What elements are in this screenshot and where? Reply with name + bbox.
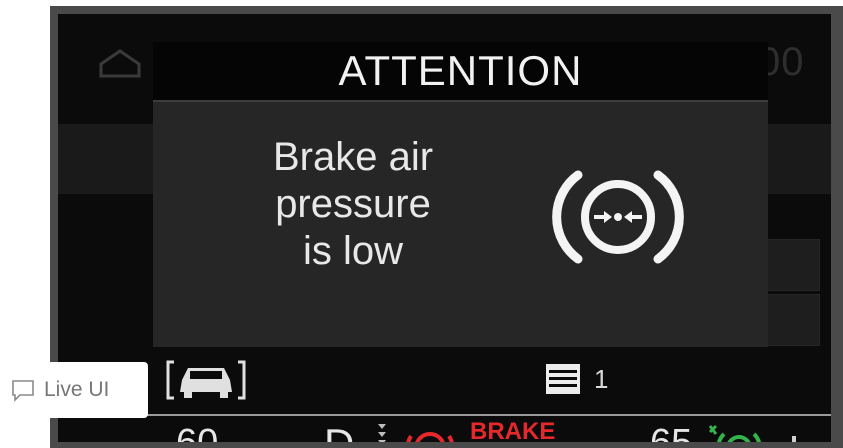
display-bezel: 00 1 60 D	[50, 6, 843, 448]
dialog-message: Brake air pressure is low	[223, 134, 483, 275]
message-line: is low	[302, 229, 404, 273]
message-count: 1	[594, 364, 609, 394]
vehicle-icon[interactable]	[166, 358, 246, 402]
message-line: Brake air	[272, 135, 434, 179]
brake-warning-label: BRAKE	[470, 418, 556, 443]
dialog-title: ATTENTION	[153, 42, 768, 102]
info-row: 1	[58, 352, 831, 412]
cruise-speed-value: 65	[650, 422, 692, 442]
menu-list-icon[interactable]	[546, 364, 580, 394]
instrument-screen: 00 1 60 D	[58, 14, 831, 442]
live-ui-label: Live UI	[44, 378, 110, 401]
message-line: pressure	[275, 182, 431, 226]
chat-icon	[12, 380, 34, 402]
brake-warning-icon	[406, 432, 454, 442]
home-icon[interactable]	[98, 48, 142, 78]
gear-shift-arrows-icon	[378, 424, 386, 442]
attention-dialog: ATTENTION Brake air pressure is low	[153, 42, 768, 347]
status-bar: 60 D BRAKE 65	[58, 418, 831, 442]
status-divider	[58, 414, 831, 416]
status-bar-edge	[792, 436, 796, 442]
speed-limit-value: 60	[176, 422, 218, 442]
cruise-control-icon	[708, 424, 761, 442]
brake-air-pressure-icon	[552, 170, 684, 264]
gear-indicator: D	[324, 420, 354, 442]
live-ui-badge[interactable]: Live UI	[0, 362, 148, 418]
